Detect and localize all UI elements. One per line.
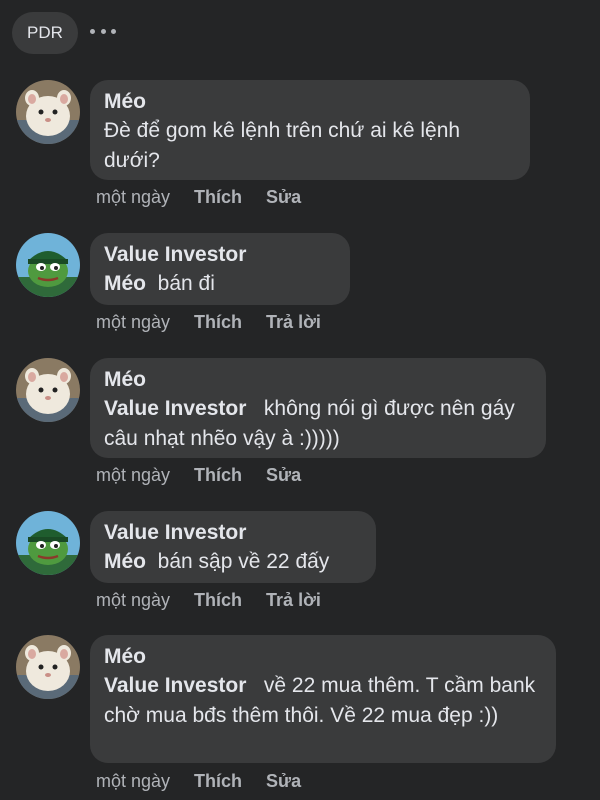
pepe-avatar[interactable] [16, 233, 80, 297]
comment-actions: một ngày Thích Sửa [96, 768, 325, 794]
comment-text: Méo bán đi [104, 269, 336, 299]
like-button[interactable]: Thích [194, 590, 242, 611]
comment-bubble: Méo Đè để gom kê lệnh trên chứ ai kê lện… [90, 80, 530, 180]
stock-tag-chip[interactable]: PDR [12, 12, 78, 54]
comment-timestamp[interactable]: một ngày [96, 590, 170, 611]
comment-author[interactable]: Méo [104, 366, 532, 394]
comment-actions: một ngày Thích Trả lời [96, 309, 345, 335]
like-button[interactable]: Thích [194, 771, 242, 792]
comment-timestamp[interactable]: một ngày [96, 312, 170, 333]
edit-button[interactable]: Sửa [266, 187, 301, 208]
comment-author[interactable]: Méo [104, 643, 542, 671]
comment-author[interactable]: Value Investor [104, 241, 336, 269]
mention-tag[interactable]: Méo [104, 272, 146, 295]
mention-tag[interactable]: Value Investor [104, 397, 246, 420]
edit-button[interactable]: Sửa [266, 771, 301, 792]
mention-tag[interactable]: Value Investor [104, 674, 246, 697]
like-button[interactable]: Thích [194, 312, 242, 333]
like-button[interactable]: Thích [194, 187, 242, 208]
comment-author[interactable]: Méo [104, 88, 516, 116]
comment-text: Đè để gom kê lệnh trên chứ ai kê lệnh dư… [104, 119, 461, 172]
comment-body: bán sập về 22 đấy [157, 550, 330, 573]
hamster-avatar[interactable] [16, 80, 80, 144]
hamster-avatar[interactable] [16, 635, 80, 699]
comment-bubble: Méo Value Investor không nói gì được nên… [90, 358, 546, 458]
pepe-avatar[interactable] [16, 511, 80, 575]
comment-text: Value Investor về 22 mua thêm. T cầm ban… [104, 671, 542, 731]
comment-bubble: Value Investor Méo bán sập về 22 đấy [90, 511, 376, 583]
reply-button[interactable]: Trả lời [266, 590, 321, 611]
like-button[interactable]: Thích [194, 465, 242, 486]
comment-bubble: Méo Value Investor về 22 mua thêm. T cầm… [90, 635, 556, 763]
more-options-icon[interactable] [90, 21, 116, 41]
comment-timestamp[interactable]: một ngày [96, 771, 170, 792]
reply-button[interactable]: Trả lời [266, 312, 321, 333]
comment-actions: một ngày Thích Sửa [96, 184, 325, 210]
hamster-avatar[interactable] [16, 358, 80, 422]
comment-bubble: Value Investor Méo bán đi [90, 233, 350, 305]
comment-body: bán đi [157, 272, 215, 295]
comment-text: Méo bán sập về 22 đấy [104, 547, 362, 577]
comment-text: Value Investor không nói gì được nên gáy… [104, 394, 532, 454]
comment-actions: một ngày Thích Sửa [96, 462, 325, 488]
top-bar: PDR [0, 0, 600, 64]
comment-author[interactable]: Value Investor [104, 519, 362, 547]
comment-timestamp[interactable]: một ngày [96, 465, 170, 486]
comment-actions: một ngày Thích Trả lời [96, 587, 345, 613]
edit-button[interactable]: Sửa [266, 465, 301, 486]
comment-timestamp[interactable]: một ngày [96, 187, 170, 208]
mention-tag[interactable]: Méo [104, 550, 146, 573]
